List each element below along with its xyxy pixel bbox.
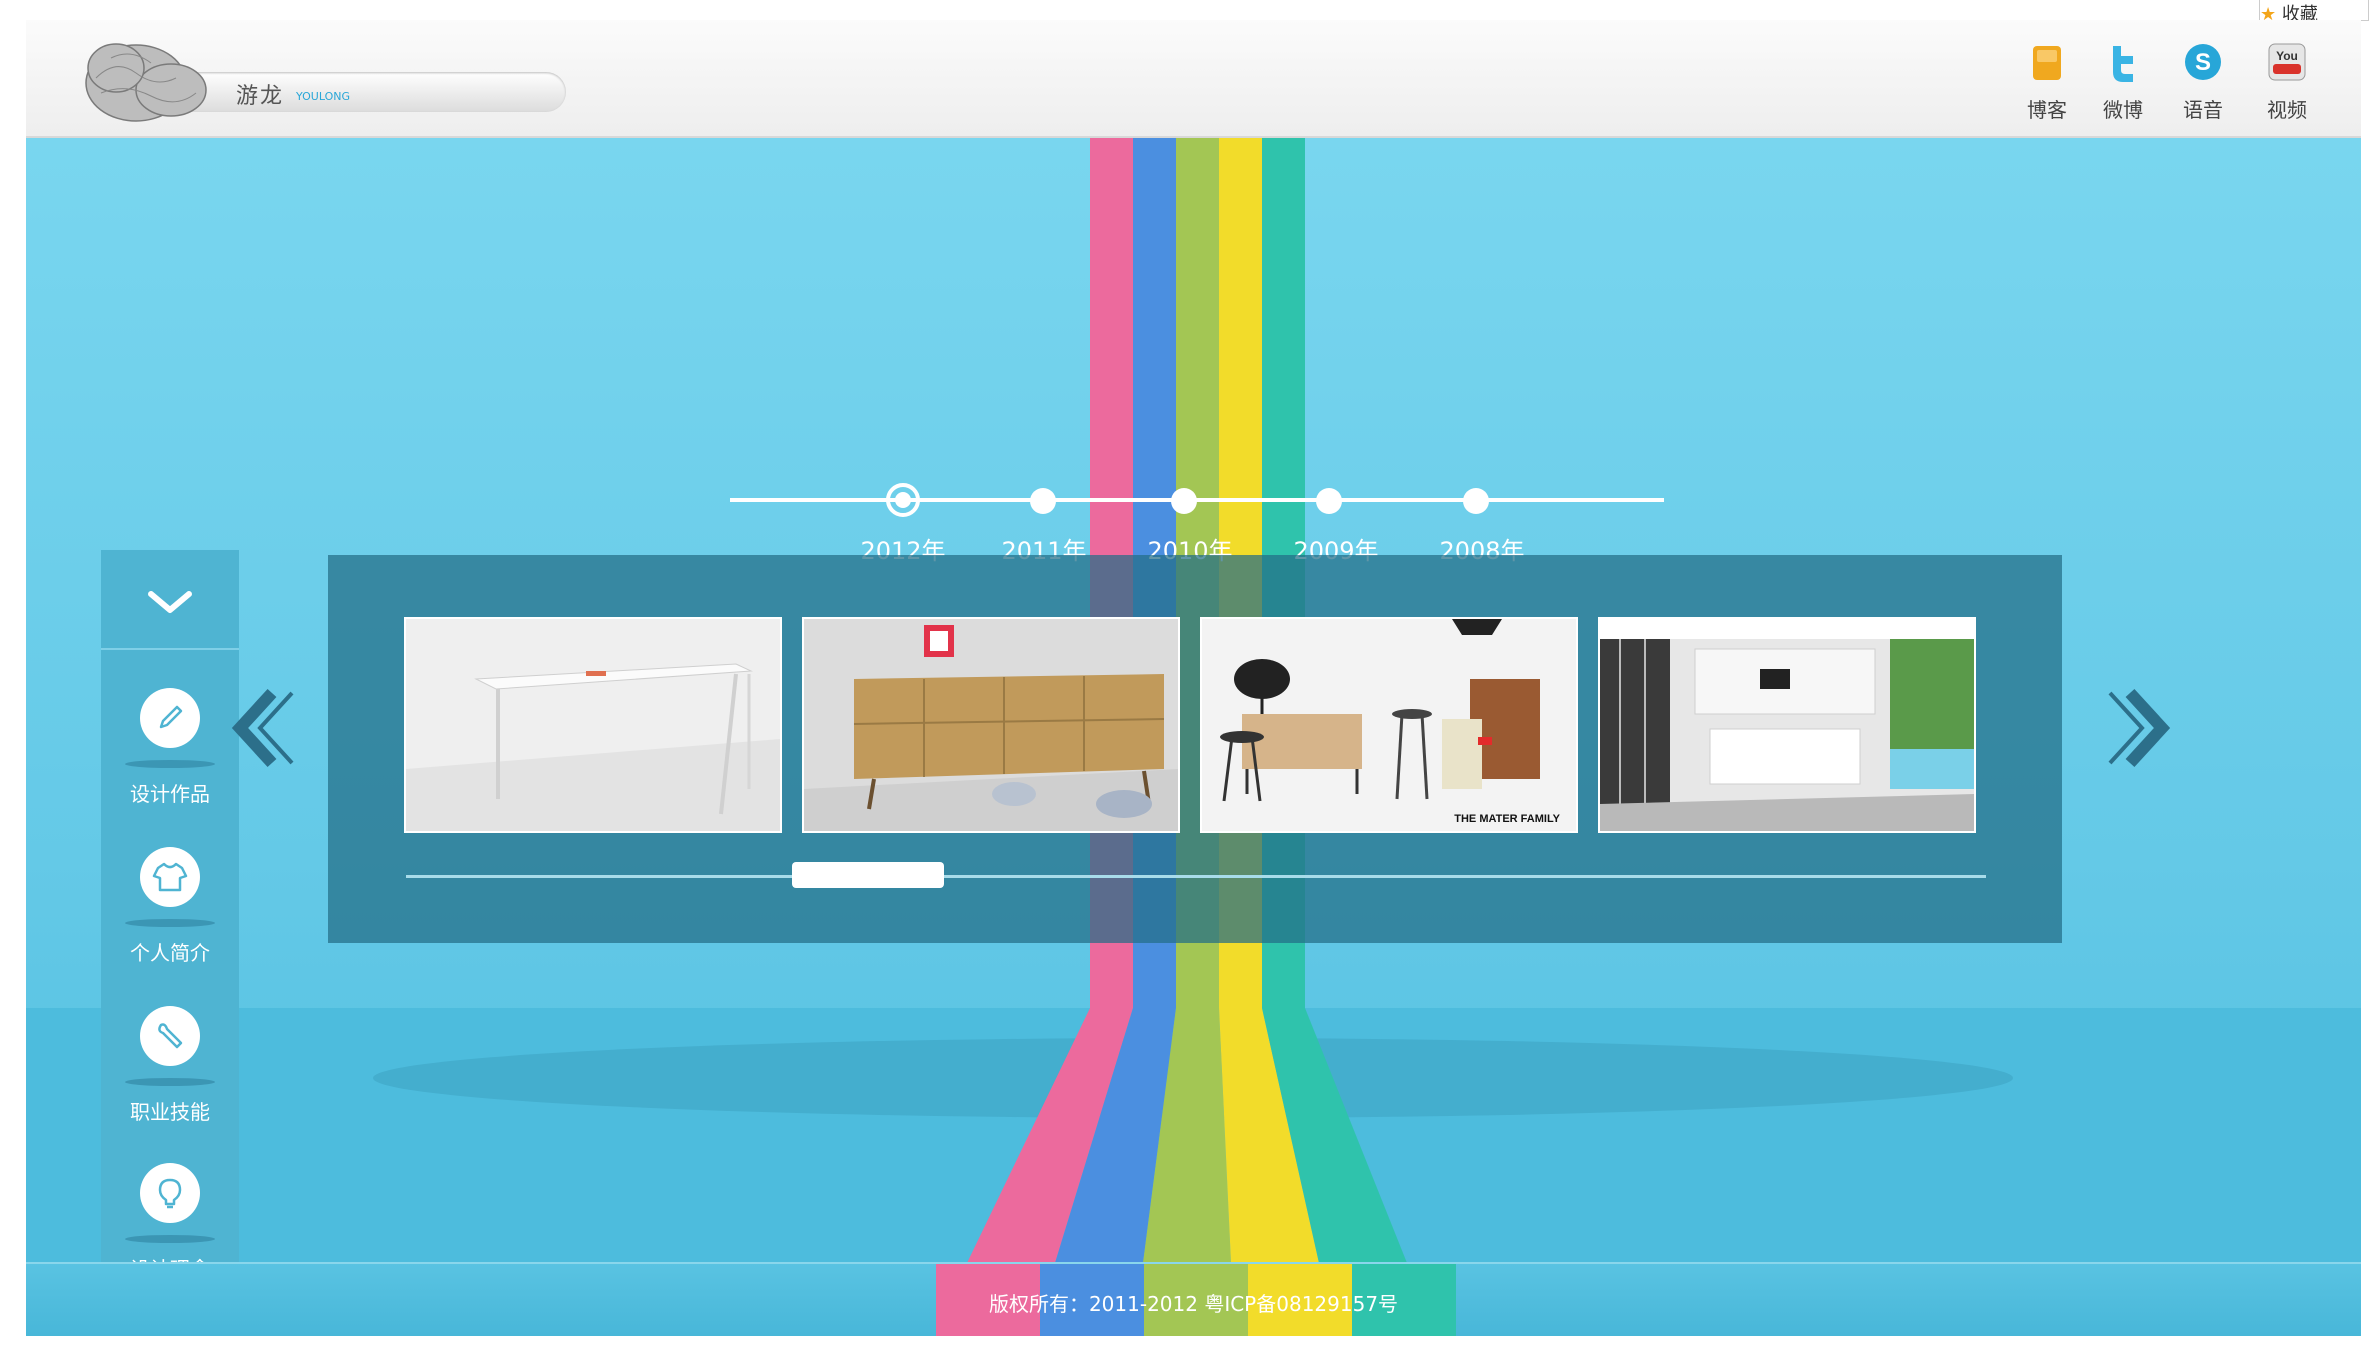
timeline-dot-2011[interactable]	[1030, 488, 1056, 514]
youtube-icon: You	[2268, 43, 2306, 81]
gallery-panel: THE MATER FAMILY	[328, 555, 2062, 943]
timeline-dot-2008[interactable]	[1463, 488, 1489, 514]
social-blog-button[interactable]: 博客	[2012, 40, 2082, 123]
social-video-label: 视频	[2267, 98, 2307, 122]
gallery-image-1[interactable]	[404, 617, 782, 833]
favorite-button[interactable]: ★ 收藏	[2259, 0, 2369, 25]
sidebar-icon-circle	[140, 1006, 200, 1066]
sidebar-shadow	[125, 1078, 215, 1086]
svg-text:S: S	[2195, 49, 2211, 76]
main-stage: 2012年 2011年 2010年 2009年 2008年 设计作品 个人简介 …	[26, 138, 2361, 1336]
chevron-down-icon	[148, 591, 192, 613]
image-caption: THE MATER FAMILY	[1454, 813, 1560, 825]
sidebar-collapse-button[interactable]	[101, 550, 239, 650]
lightbulb-icon	[158, 1178, 182, 1209]
social-weibo-label: 微博	[2103, 98, 2143, 122]
sidebar-item-label: 职业技能	[130, 1100, 210, 1124]
copyright-text: 版权所有：2011-2012 粤ICP备08129157号	[988, 1292, 1399, 1316]
page-frame: 游龙 YOULONG 博客 微博 S 语音 You 视频 2012年 2011年…	[26, 20, 2361, 1336]
timeline-dot-2010[interactable]	[1171, 488, 1197, 514]
sidebar-shadow	[125, 919, 215, 927]
social-weibo-button[interactable]: 微博	[2088, 40, 2158, 123]
sidebar-shadow	[125, 760, 215, 768]
next-arrow-icon[interactable]	[2096, 683, 2176, 773]
social-voice-button[interactable]: S 语音	[2168, 40, 2238, 123]
sidebar-shadow	[125, 1235, 215, 1243]
prev-arrow-icon[interactable]	[226, 683, 306, 773]
blog-icon	[2033, 46, 2061, 80]
gallery-image-4[interactable]	[1598, 617, 1976, 833]
sidebar-nav: 设计作品 个人简介 职业技能	[101, 550, 239, 1335]
social-voice-label: 语音	[2183, 98, 2223, 122]
svg-text:You: You	[2276, 49, 2298, 63]
sidebar-item-profile[interactable]: 个人简介	[101, 847, 239, 966]
pencil-icon	[159, 705, 183, 729]
sidebar-item-skills[interactable]: 职业技能	[101, 1006, 239, 1125]
brand-subtitle: YOULONG	[296, 90, 350, 103]
sidebar-item-works[interactable]: 设计作品	[101, 688, 239, 807]
timeline-dot-2009[interactable]	[1316, 488, 1342, 514]
sidebar-item-label: 设计作品	[130, 782, 210, 806]
social-video-button[interactable]: You 视频	[2252, 40, 2322, 123]
logo-cloud-icon	[85, 43, 207, 122]
social-blog-label: 博客	[2027, 98, 2067, 122]
gallery-image-3[interactable]: THE MATER FAMILY	[1200, 617, 1578, 833]
kitchen-interior-photo	[1600, 619, 1974, 831]
shirt-icon	[152, 862, 188, 892]
twitter-bird-icon	[2113, 46, 2133, 82]
gallery-scroll-track[interactable]	[406, 875, 1986, 878]
sidebar-icon-circle	[140, 847, 200, 907]
wooden-sideboard-photo	[804, 619, 1178, 831]
timeline-track	[730, 498, 1664, 502]
timeline-dot-2012[interactable]	[886, 483, 920, 517]
sidebar-icon-circle	[140, 1163, 200, 1223]
sidebar-item-label: 个人简介	[130, 941, 210, 965]
wrench-icon	[158, 1023, 183, 1049]
header: 游龙 YOULONG 博客 微博 S 语音 You 视频	[26, 20, 2361, 138]
skype-icon: S	[2185, 44, 2221, 80]
gallery-image-2[interactable]	[802, 617, 1180, 833]
brand-name: 游龙	[236, 84, 285, 109]
gallery-scroll-thumb[interactable]	[791, 862, 944, 888]
white-desk-photo	[406, 619, 780, 831]
sidebar-icon-circle	[140, 688, 200, 748]
mater-furniture-photo: THE MATER FAMILY	[1202, 619, 1576, 831]
